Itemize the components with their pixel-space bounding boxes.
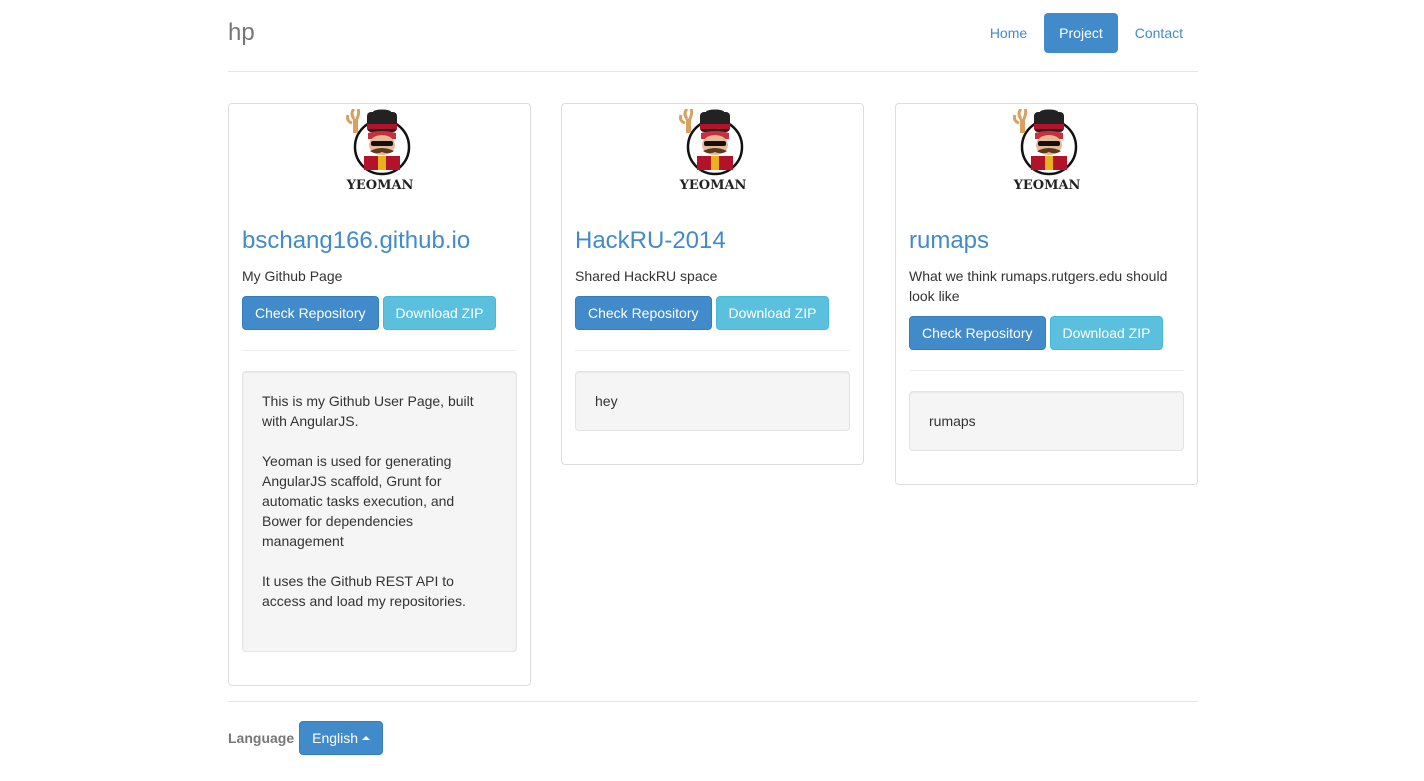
divider [575, 350, 850, 351]
readme-paragraph: Yeoman is used for generating AngularJS … [262, 453, 455, 549]
divider [909, 370, 1184, 371]
svg-text:YEOMAN: YEOMAN [345, 178, 413, 193]
caret-up-icon [362, 736, 371, 740]
language-value: English [312, 730, 359, 746]
svg-text:YEOMAN: YEOMAN [678, 178, 746, 193]
project-title-link[interactable]: HackRU-2014 [575, 226, 850, 256]
download-zip-button[interactable]: Download ZIP [715, 296, 830, 330]
site-header: hp Home Project Contact [228, 0, 1198, 72]
project-description: What we think rumaps.rutgers.edu should … [909, 268, 1168, 304]
yeoman-logo-icon: YEOMAN [1012, 109, 1080, 193]
project-title-link[interactable]: bschang166.github.io [242, 226, 517, 256]
nav-contact[interactable]: Contact [1120, 13, 1198, 53]
check-repository-button[interactable]: Check Repository [575, 296, 712, 330]
divider [242, 350, 517, 351]
project-title-link[interactable]: rumaps [909, 226, 1184, 256]
language-label: Language [228, 730, 295, 746]
project-card: YEOMAN bschang166.github.io My Github Pa… [228, 103, 531, 686]
readme-panel: hey [575, 371, 850, 431]
readme-paragraph: This is my Github User Page, built with … [262, 393, 474, 429]
check-repository-button[interactable]: Check Repository [242, 296, 379, 330]
project-card: YEOMAN rumaps What we think rumaps.rutge… [895, 103, 1198, 485]
download-zip-button[interactable]: Download ZIP [1049, 316, 1164, 350]
readme-paragraph: hey [595, 393, 618, 409]
project-description: Shared HackRU space [575, 268, 718, 284]
nav-home[interactable]: Home [975, 13, 1042, 53]
brand-title[interactable]: hp [228, 19, 255, 47]
nav-project[interactable]: Project [1044, 13, 1118, 53]
main-nav: Home Project Contact [973, 13, 1198, 53]
project-card: YEOMAN HackRU-2014 Shared HackRU space C… [561, 103, 864, 465]
readme-panel: This is my Github User Page, built with … [242, 371, 517, 652]
download-zip-button[interactable]: Download ZIP [382, 296, 497, 330]
readme-panel: rumaps [909, 391, 1184, 451]
check-repository-button[interactable]: Check Repository [909, 316, 1046, 350]
readme-paragraph: It uses the Github REST API to access an… [262, 573, 466, 609]
language-dropdown-button[interactable]: English [299, 721, 384, 755]
site-footer: Language English [228, 701, 1198, 755]
project-description: My Github Page [242, 268, 343, 284]
readme-paragraph: rumaps [929, 413, 976, 429]
yeoman-logo-icon: YEOMAN [678, 109, 746, 193]
yeoman-logo-icon: YEOMAN [345, 109, 413, 193]
svg-text:YEOMAN: YEOMAN [1012, 178, 1080, 193]
